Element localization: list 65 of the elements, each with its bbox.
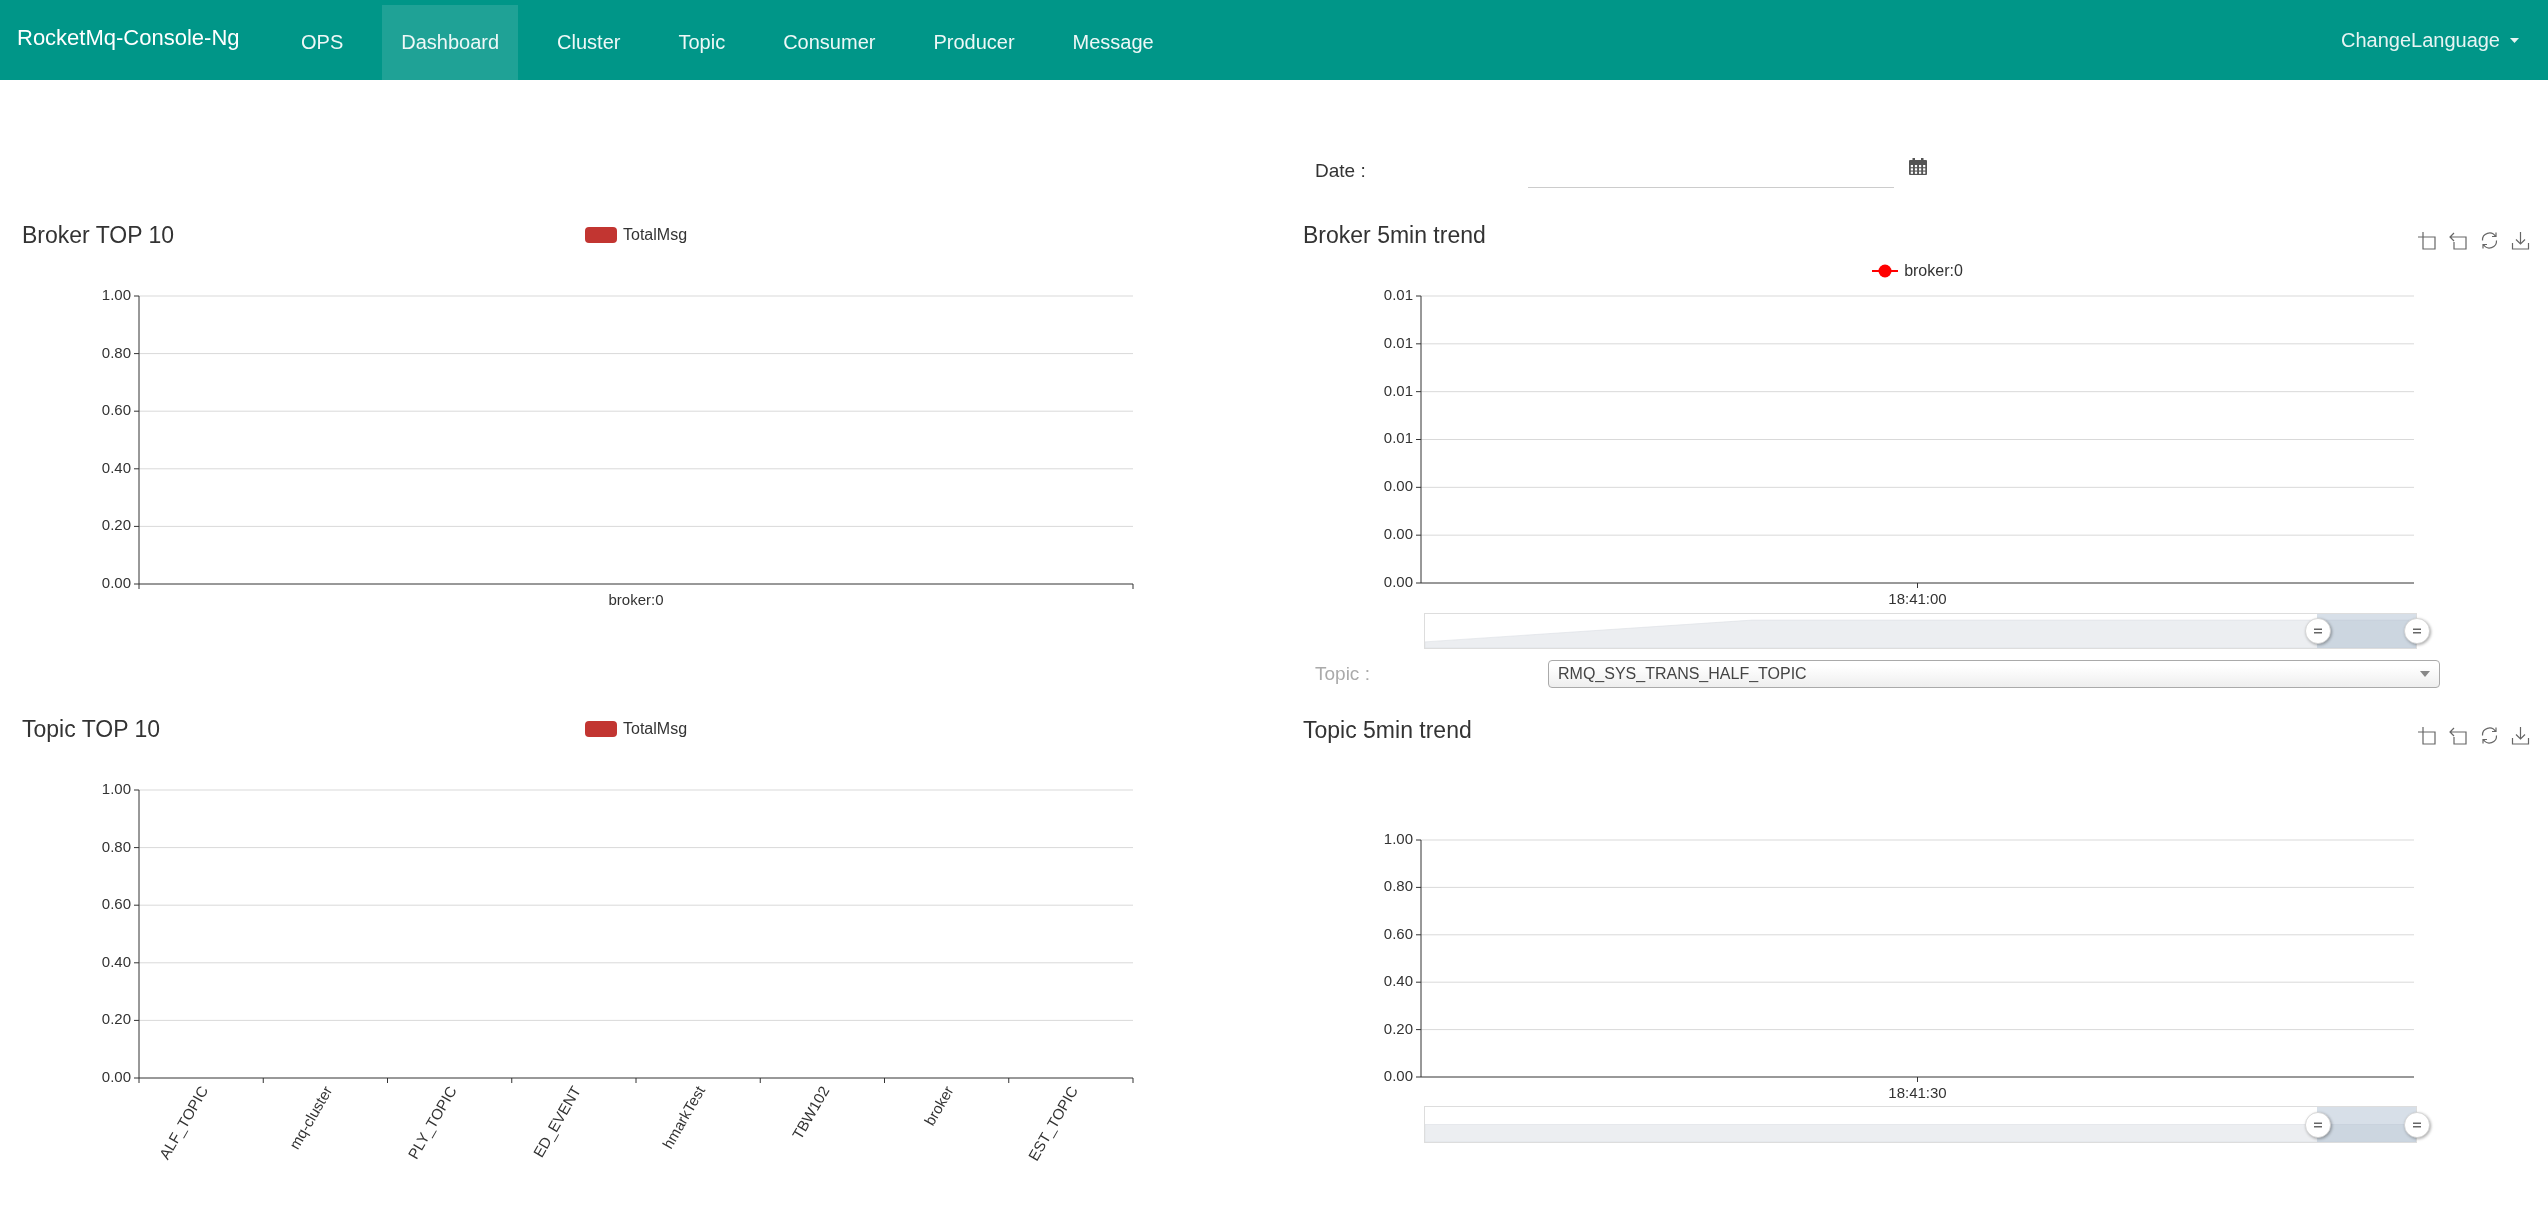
nav-tab[interactable]: Dashboard — [382, 5, 519, 80]
y-axis-label: 0.80 — [1383, 877, 1413, 895]
x-axis-label: broker:0 — [608, 590, 664, 608]
back-frame-icon[interactable] — [2448, 725, 2467, 745]
y-axis-label: 0.20 — [1383, 1019, 1413, 1037]
calendar-icon[interactable] — [1909, 158, 1927, 175]
download-icon[interactable] — [2511, 725, 2530, 745]
legend-swatch-icon[interactable] — [585, 227, 617, 243]
back-frame-icon[interactable] — [2448, 230, 2467, 250]
y-axis-label: 0.00 — [1383, 1066, 1413, 1084]
topic-select[interactable]: RMQ_SYS_TRANS_HALF_TOPIC — [1548, 660, 2440, 688]
legend-swatch-icon[interactable] — [585, 721, 617, 737]
y-axis-label: 0.01 — [1383, 429, 1413, 447]
chart-title: Topic 5min trend — [1303, 716, 1472, 744]
y-axis-label: 1.00 — [101, 285, 131, 303]
y-axis-label: 0.20 — [101, 1010, 131, 1028]
y-axis-label: 0.40 — [1383, 972, 1413, 990]
refresh-icon[interactable] — [2479, 230, 2499, 250]
y-axis-label: 0.01 — [1383, 381, 1413, 399]
language-menu[interactable]: ChangeLanguage — [2340, 0, 2519, 80]
slider-handle[interactable] — [2403, 617, 2431, 645]
y-axis-label: 0.01 — [1383, 285, 1413, 303]
nav-tab[interactable]: OPS — [282, 5, 363, 80]
slider-handle[interactable] — [2303, 1110, 2332, 1139]
y-axis-label: 0.60 — [101, 895, 131, 913]
legend-label[interactable]: TotalMsg — [623, 226, 688, 244]
y-axis-label: 0.00 — [1383, 477, 1413, 495]
y-axis-label: 0.00 — [101, 573, 131, 591]
y-axis-label: 1.00 — [1383, 829, 1413, 847]
nav-tab[interactable]: Message — [1053, 5, 1173, 80]
y-axis-label: 0.40 — [101, 458, 131, 476]
crop-icon[interactable] — [2416, 725, 2436, 745]
caret-icon — [2510, 37, 2519, 43]
nav-tab[interactable]: Topic — [659, 5, 745, 80]
x-axis-label: 18:41:00 — [1888, 589, 1947, 607]
topic-label: Topic : — [1315, 663, 1371, 685]
y-axis-label: 0.00 — [1383, 525, 1413, 543]
date-label: Date : — [1315, 160, 1367, 182]
legend-label[interactable]: TotalMsg — [623, 720, 688, 738]
brand-link[interactable]: RocketMq-Console-Ng — [0, 0, 282, 80]
y-axis-label: 0.60 — [1383, 924, 1413, 942]
chart-title: Broker TOP 10 — [22, 221, 175, 249]
slider-handle[interactable] — [2303, 617, 2332, 645]
y-axis-label: 1.00 — [101, 779, 131, 797]
nav-tab[interactable]: Cluster — [538, 5, 640, 80]
slider-handle[interactable] — [2403, 1110, 2431, 1139]
chart-title: Topic TOP 10 — [22, 715, 161, 743]
nav-tab[interactable]: Producer — [914, 5, 1034, 80]
refresh-icon[interactable] — [2479, 725, 2499, 745]
y-axis-label: 0.01 — [1383, 333, 1413, 351]
crop-icon[interactable] — [2416, 230, 2436, 250]
x-axis-label: 18:41:30 — [1888, 1083, 1947, 1101]
download-icon[interactable] — [2511, 230, 2530, 250]
y-axis-label: 0.60 — [101, 401, 131, 419]
y-axis-label: 0.80 — [101, 837, 131, 855]
y-axis-label: 0.40 — [101, 952, 131, 970]
y-axis-label: 0.00 — [1383, 572, 1413, 590]
caret-icon — [2420, 671, 2430, 677]
legend-label[interactable]: broker:0 — [1904, 262, 1963, 280]
y-axis-label: 0.20 — [101, 516, 131, 534]
y-axis-label: 0.80 — [101, 343, 131, 361]
legend-marker-icon[interactable] — [1872, 264, 1899, 278]
nav-tab[interactable]: Consumer — [764, 5, 895, 80]
y-axis-label: 0.00 — [101, 1067, 131, 1085]
chart-title: Broker 5min trend — [1303, 221, 1486, 249]
